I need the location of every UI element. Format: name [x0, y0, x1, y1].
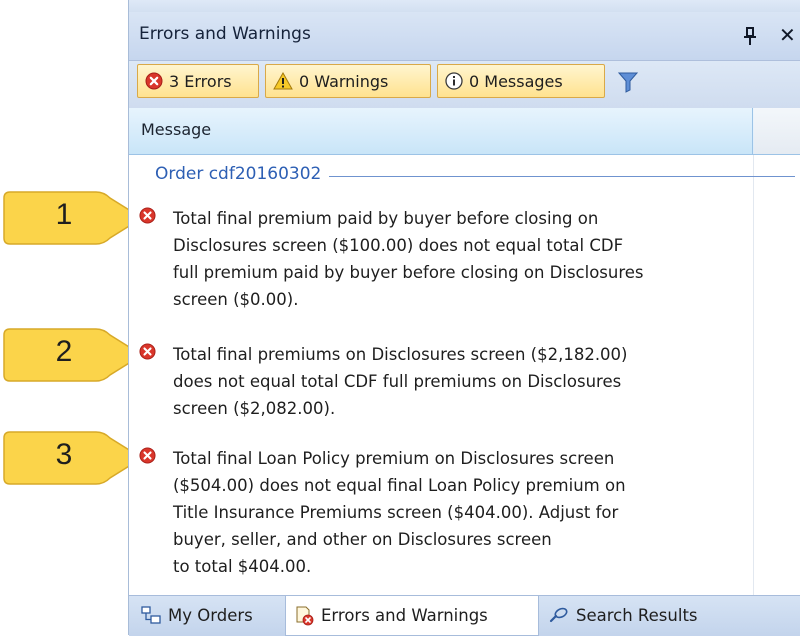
warnings-filter-label: 0 Warnings — [299, 71, 389, 91]
callout-number: 1 — [55, 198, 73, 231]
panel-titlebar: Errors and Warnings ✕ — [129, 12, 800, 61]
tab-search-results[interactable]: Search Results — [541, 596, 706, 634]
document-error-icon — [296, 606, 314, 625]
warning-icon — [273, 72, 293, 90]
order-group-row[interactable]: Order cdf20160302 — [155, 164, 795, 190]
extra-column-header[interactable] — [754, 108, 800, 154]
pin-icon[interactable] — [741, 26, 759, 46]
warnings-filter-button[interactable]: 0 Warnings — [265, 64, 431, 98]
tab-my-orders-label: My Orders — [168, 605, 253, 625]
close-icon[interactable]: ✕ — [779, 24, 800, 46]
message-column-label: Message — [141, 120, 212, 139]
tab-my-orders[interactable]: My Orders — [133, 596, 261, 634]
panel-top-strip — [129, 0, 800, 12]
errors-and-warnings-panel: Errors and Warnings ✕ 3 Errors 0 Warning… — [128, 0, 800, 636]
message-list: Order cdf20160302 Total final premium pa… — [129, 155, 800, 595]
errors-filter-label: 3 Errors — [169, 71, 232, 91]
messages-filter-button[interactable]: 0 Messages — [437, 64, 605, 98]
errors-filter-button[interactable]: 3 Errors — [137, 64, 259, 98]
tab-errors-and-warnings[interactable]: Errors and Warnings — [285, 596, 539, 636]
funnel-icon[interactable] — [617, 71, 639, 93]
orders-tree-icon — [141, 606, 161, 624]
error-message-text: Total final Loan Policy premium on Discl… — [173, 449, 626, 576]
panel-title: Errors and Warnings — [139, 24, 311, 44]
tab-search-results-label: Search Results — [576, 605, 698, 625]
info-icon — [445, 72, 463, 90]
error-message-text: Total final premium paid by buyer before… — [173, 209, 644, 309]
callout-number: 2 — [55, 335, 73, 368]
error-icon — [139, 343, 156, 360]
callout-number: 3 — [55, 438, 73, 471]
filter-toolbar: 3 Errors 0 Warnings 0 Messages — [129, 61, 800, 109]
tab-errors-and-warnings-label: Errors and Warnings — [321, 606, 488, 625]
bottom-tab-bar: My Orders Errors and Warnings Search Res… — [129, 595, 800, 636]
message-column-header[interactable]: Message — [129, 108, 753, 154]
error-icon — [139, 207, 156, 224]
error-icon — [139, 447, 156, 464]
error-icon — [145, 72, 163, 90]
messages-filter-label: 0 Messages — [469, 71, 563, 91]
grid-header: Message — [129, 108, 800, 155]
column-divider — [753, 155, 754, 595]
order-group-label: Order cdf20160302 — [155, 164, 330, 184]
search-results-icon — [549, 607, 568, 623]
error-message-text: Total final premiums on Disclosures scre… — [173, 345, 628, 418]
